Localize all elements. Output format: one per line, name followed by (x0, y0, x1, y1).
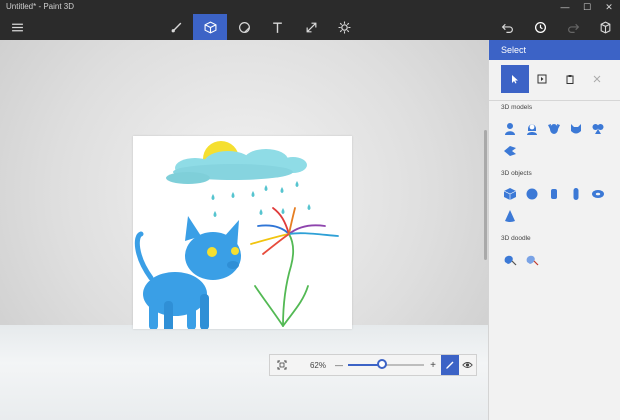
delete-icon[interactable] (584, 65, 612, 93)
canvas-icon[interactable] (294, 14, 328, 40)
canvas-area[interactable]: 62% — + (0, 40, 488, 420)
objects-row-2 (501, 207, 519, 225)
fish-icon[interactable] (589, 120, 607, 138)
stickers-icon[interactable] (227, 14, 261, 40)
rain-drops (211, 181, 311, 217)
select-region-icon[interactable] (529, 65, 557, 93)
window-title: Untitled* - Paint 3D (6, 2, 75, 11)
view-3d-icon[interactable] (459, 355, 476, 375)
dog-icon[interactable] (545, 120, 563, 138)
woman-icon[interactable] (523, 120, 541, 138)
section-3d-objects: 3D objects (501, 170, 532, 177)
maximize-button[interactable]: ☐ (576, 0, 598, 14)
man-icon[interactable] (501, 120, 519, 138)
cylinder-icon[interactable] (545, 185, 563, 203)
panel-divider (489, 100, 620, 101)
bird-icon[interactable] (501, 142, 519, 160)
effects-icon[interactable] (327, 14, 361, 40)
zoom-bar: 62% — + (269, 354, 477, 376)
zoom-out-button[interactable]: — (332, 355, 346, 375)
canvas-paper[interactable] (133, 136, 352, 333)
minimize-button[interactable]: — (554, 0, 576, 14)
doodle-row (501, 250, 541, 268)
cat-model (134, 216, 241, 333)
zoom-in-button[interactable]: + (426, 355, 440, 375)
soft-doodle-icon[interactable] (523, 250, 541, 268)
close-button[interactable]: ✕ (598, 0, 620, 14)
menu-icon[interactable] (0, 14, 34, 40)
select-icon[interactable] (501, 65, 529, 93)
cat-icon[interactable] (567, 120, 585, 138)
zoom-slider[interactable] (348, 355, 424, 375)
select-tools (501, 65, 611, 95)
panel-header: Select (489, 40, 620, 60)
objects-row (501, 185, 607, 203)
models-row (501, 120, 607, 138)
cloud-icon (166, 149, 307, 184)
section-3d-models: 3D models (501, 104, 533, 111)
paste-icon[interactable] (588, 14, 620, 40)
flower-drawing (250, 207, 339, 327)
zoom-level: 62% (309, 360, 326, 370)
side-panel: Select 3D models 3D objects 3D doodle (488, 40, 620, 420)
section-3d-doodle: 3D doodle (501, 235, 531, 242)
redo-icon[interactable] (556, 14, 590, 40)
brushes-icon[interactable] (159, 14, 193, 40)
torus-icon[interactable] (589, 185, 607, 203)
sphere-icon[interactable] (523, 185, 541, 203)
cone-icon[interactable] (501, 207, 519, 225)
scene-drawing (134, 141, 339, 333)
toolbar (0, 14, 620, 40)
zoom-slider-thumb[interactable] (377, 359, 388, 369)
cube-icon[interactable] (501, 185, 519, 203)
capsule-icon[interactable] (567, 185, 585, 203)
undo-icon[interactable] (490, 14, 524, 40)
history-icon[interactable] (523, 14, 557, 40)
fit-to-screen-icon[interactable] (272, 355, 292, 375)
vertical-scrollbar[interactable] (484, 130, 487, 260)
paste-icon[interactable] (556, 65, 584, 93)
models-row-2 (501, 142, 519, 160)
edit-view-icon[interactable] (441, 355, 459, 375)
text-icon[interactable] (260, 14, 294, 40)
3d-shapes-icon[interactable] (193, 14, 227, 40)
title-bar: Untitled* - Paint 3D — ☐ ✕ (0, 0, 620, 14)
sharp-doodle-icon[interactable] (501, 250, 519, 268)
